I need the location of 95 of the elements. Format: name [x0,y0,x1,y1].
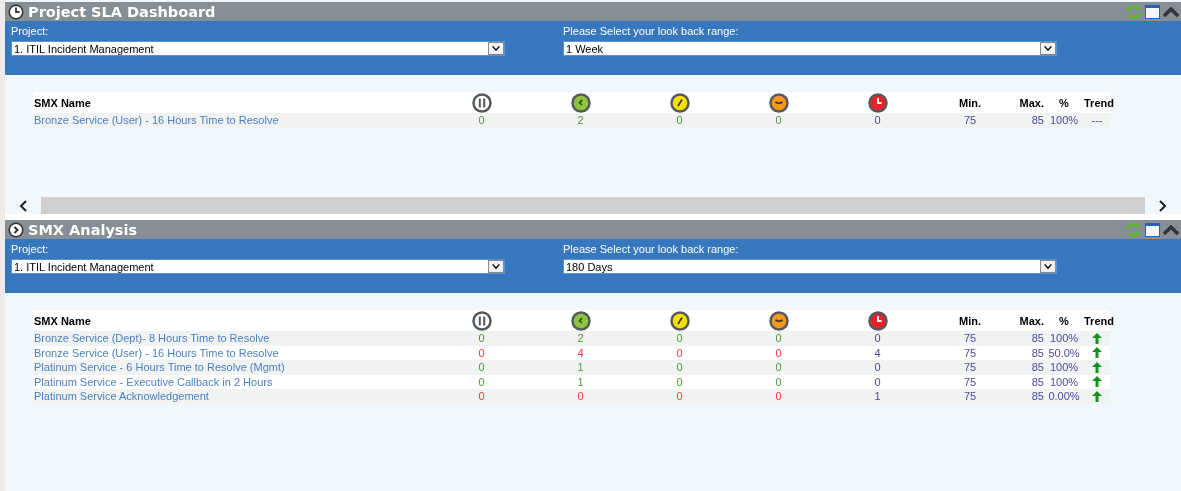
up-arrow-icon [1092,390,1102,402]
count-cell-text: 0 [774,361,783,374]
count-cell-text: 2 [576,332,585,345]
count-cell-text: 4 [576,346,585,359]
percent-cell-text: 100% [1048,114,1080,127]
count-cell-text: 0 [774,332,783,345]
up-arrow-icon [1092,376,1102,388]
min-cell-text: 75 [962,346,978,359]
caret-icon[interactable] [488,260,504,273]
window-icon[interactable] [1145,222,1160,237]
smile-icon [768,92,789,113]
range-label: Please Select your look back range: [563,243,740,257]
caret-icon[interactable] [1040,42,1056,55]
count-cell-text: 0 [873,114,882,127]
smx-name-link[interactable]: Platinum Service Acknowledgement [33,390,209,403]
count-cell-text: 0 [774,390,783,403]
count-cell-text: 4 [873,346,882,359]
up-arrow-icon [1092,361,1102,373]
caret-icon[interactable] [488,42,504,55]
range-dropdown[interactable]: 1 Week [563,41,1057,56]
max-cell-text: 85 [1030,390,1044,403]
column-header: SMX Name [33,314,92,327]
count-cell-text: 0 [477,375,486,388]
trend-cell-text: --- [1090,114,1104,127]
count-cell-text: 0 [675,361,684,374]
up-arrow-icon [1092,332,1102,344]
horizontal-scrollbar[interactable] [5,197,1181,214]
count-cell-text: 0 [477,346,486,359]
up-arrow-icon [1092,347,1102,359]
collapse-icon[interactable] [1163,224,1179,235]
scroll-left-icon[interactable] [18,199,28,212]
count-cell-text: 0 [774,114,783,127]
project-label: Project: [11,243,50,257]
column-header: % [1058,96,1070,109]
min-cell-text: 75 [962,375,978,388]
column-header: Min. [958,314,982,327]
count-cell-text: 0 [477,390,486,403]
column-header: % [1058,314,1070,327]
project-label: Project: [11,25,50,39]
count-cell-text: 0 [873,332,882,345]
max-cell-text: 85 [1030,375,1044,388]
count-cell-text: 0 [477,361,486,374]
project-dropdown[interactable]: 1. ITIL Incident Management [11,259,505,274]
caret-icon[interactable] [1040,260,1056,273]
percent-cell-text: 50.0% [1047,346,1081,359]
column-header: Max. [1018,314,1044,327]
smx-name-link[interactable]: Bronze Service (Dept)- 8 Hours Time to Resolve [33,332,270,345]
count-cell-text: 1 [576,361,585,374]
count-cell-text: 0 [774,375,783,388]
min-cell-text: 75 [962,390,978,403]
count-cell-text: 1 [873,390,882,403]
range-label: Please Select your look back range: [563,25,740,39]
count-cell-text: 0 [873,375,882,388]
max-cell-text: 85 [1030,332,1044,345]
min-cell-text: 75 [962,114,978,127]
count-cell-text: 0 [477,114,486,127]
count-cell-text: 1 [576,375,585,388]
min-cell-text: 75 [962,361,978,374]
smx-name-link[interactable]: Platinum Service - Executive Callback in 2 Hours [33,375,273,388]
smx-name-link[interactable]: Bronze Service (User) - 16 Hours Time to Resolve [33,346,279,359]
percent-cell-text: 100% [1048,332,1080,345]
column-header: SMX Name [33,96,92,109]
max-cell-text: 85 [1030,361,1044,374]
scroll-right-icon[interactable] [1158,199,1168,212]
percent-cell-text: 100% [1048,361,1080,374]
smile-icon [768,310,789,331]
count-cell-text: 0 [576,390,585,403]
gauge-icon [669,310,690,331]
clock-icon [8,3,24,20]
count-cell-text: 0 [675,114,684,127]
max-cell-text: 85 [1030,346,1044,359]
count-cell-text: 0 [477,332,486,345]
count-cell-text: 0 [675,332,684,345]
panel-title: SMX Analysis [28,221,139,238]
count-cell-text: 0 [873,361,882,374]
column-header: Max. [1018,96,1044,109]
column-header: Min. [958,96,982,109]
count-cell-text: 0 [675,375,684,388]
panel-title: Project SLA Dashboard [28,3,217,20]
max-cell-text: 85 [1030,114,1044,127]
collapse-icon[interactable] [1163,6,1179,17]
chevron-right-icon[interactable] [8,221,24,238]
min-cell-text: 75 [962,332,978,345]
count-cell-text: 0 [774,346,783,359]
count-cell-text: 0 [675,390,684,403]
smx-name-link[interactable]: Bronze Service (User) - 16 Hours Time to Resolve [33,114,279,127]
count-cell-text: 0 [675,346,684,359]
count-cell-text: 2 [576,114,585,127]
range-dropdown[interactable]: 180 Days [563,259,1057,274]
smx-name-link[interactable]: Platinum Service - 6 Hours Time to Resolve (Mgmt) [33,361,285,374]
project-dropdown[interactable]: 1. ITIL Incident Management [11,41,505,56]
gauge-icon [669,92,690,113]
percent-cell-text: 100% [1048,375,1080,388]
percent-cell-text: 0.00% [1047,390,1081,403]
window-icon[interactable] [1145,4,1160,19]
